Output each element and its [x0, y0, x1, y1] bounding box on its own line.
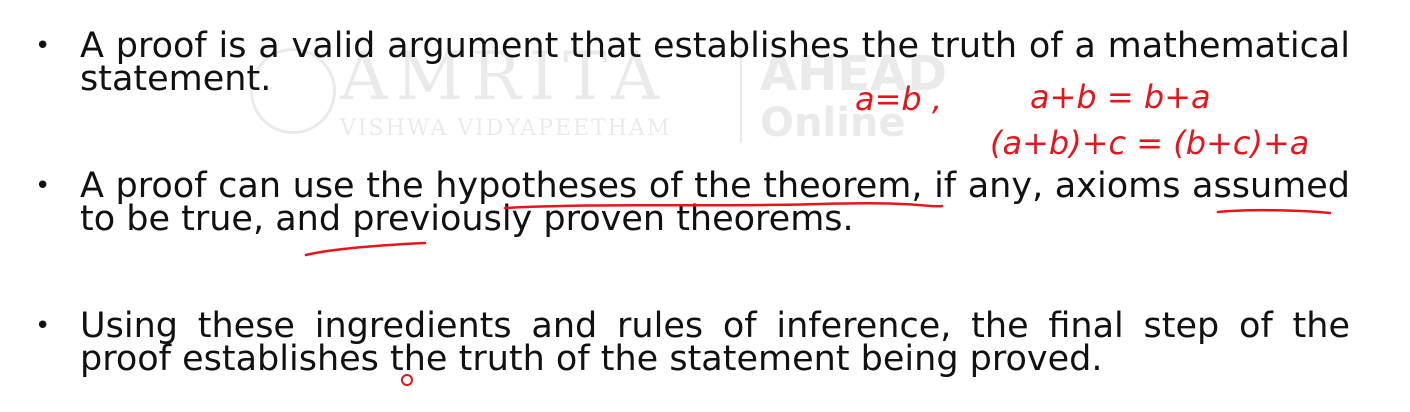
- bullet-text: A proof is a valid argument that establi…: [80, 26, 1350, 99]
- annotation-eq3: (a+b)+c = (b+c)+a: [990, 124, 1309, 162]
- bullet-icon: •: [35, 311, 51, 341]
- bullet-point-1: • A proof is a valid argument that estab…: [35, 29, 1350, 97]
- bullet-text: A proof can use the hypotheses of the th…: [80, 166, 1350, 239]
- slide: AMRITA VISHWA VIDYAPEETHAM AHEAD Online …: [0, 0, 1410, 412]
- bullet-point-2: • A proof can use the hypotheses of the …: [35, 169, 1350, 237]
- bullet-point-3: • Using these ingredients and rules of i…: [35, 309, 1350, 377]
- underline-be-true: [304, 241, 427, 257]
- bullet-text: Using these ingredients and rules of inf…: [80, 306, 1350, 379]
- watermark-subtitle: VISHWA VIDYAPEETHAM: [340, 116, 672, 141]
- bullet-icon: •: [35, 31, 51, 61]
- watermark-online: Online: [760, 100, 906, 146]
- bullet-icon: •: [35, 171, 51, 201]
